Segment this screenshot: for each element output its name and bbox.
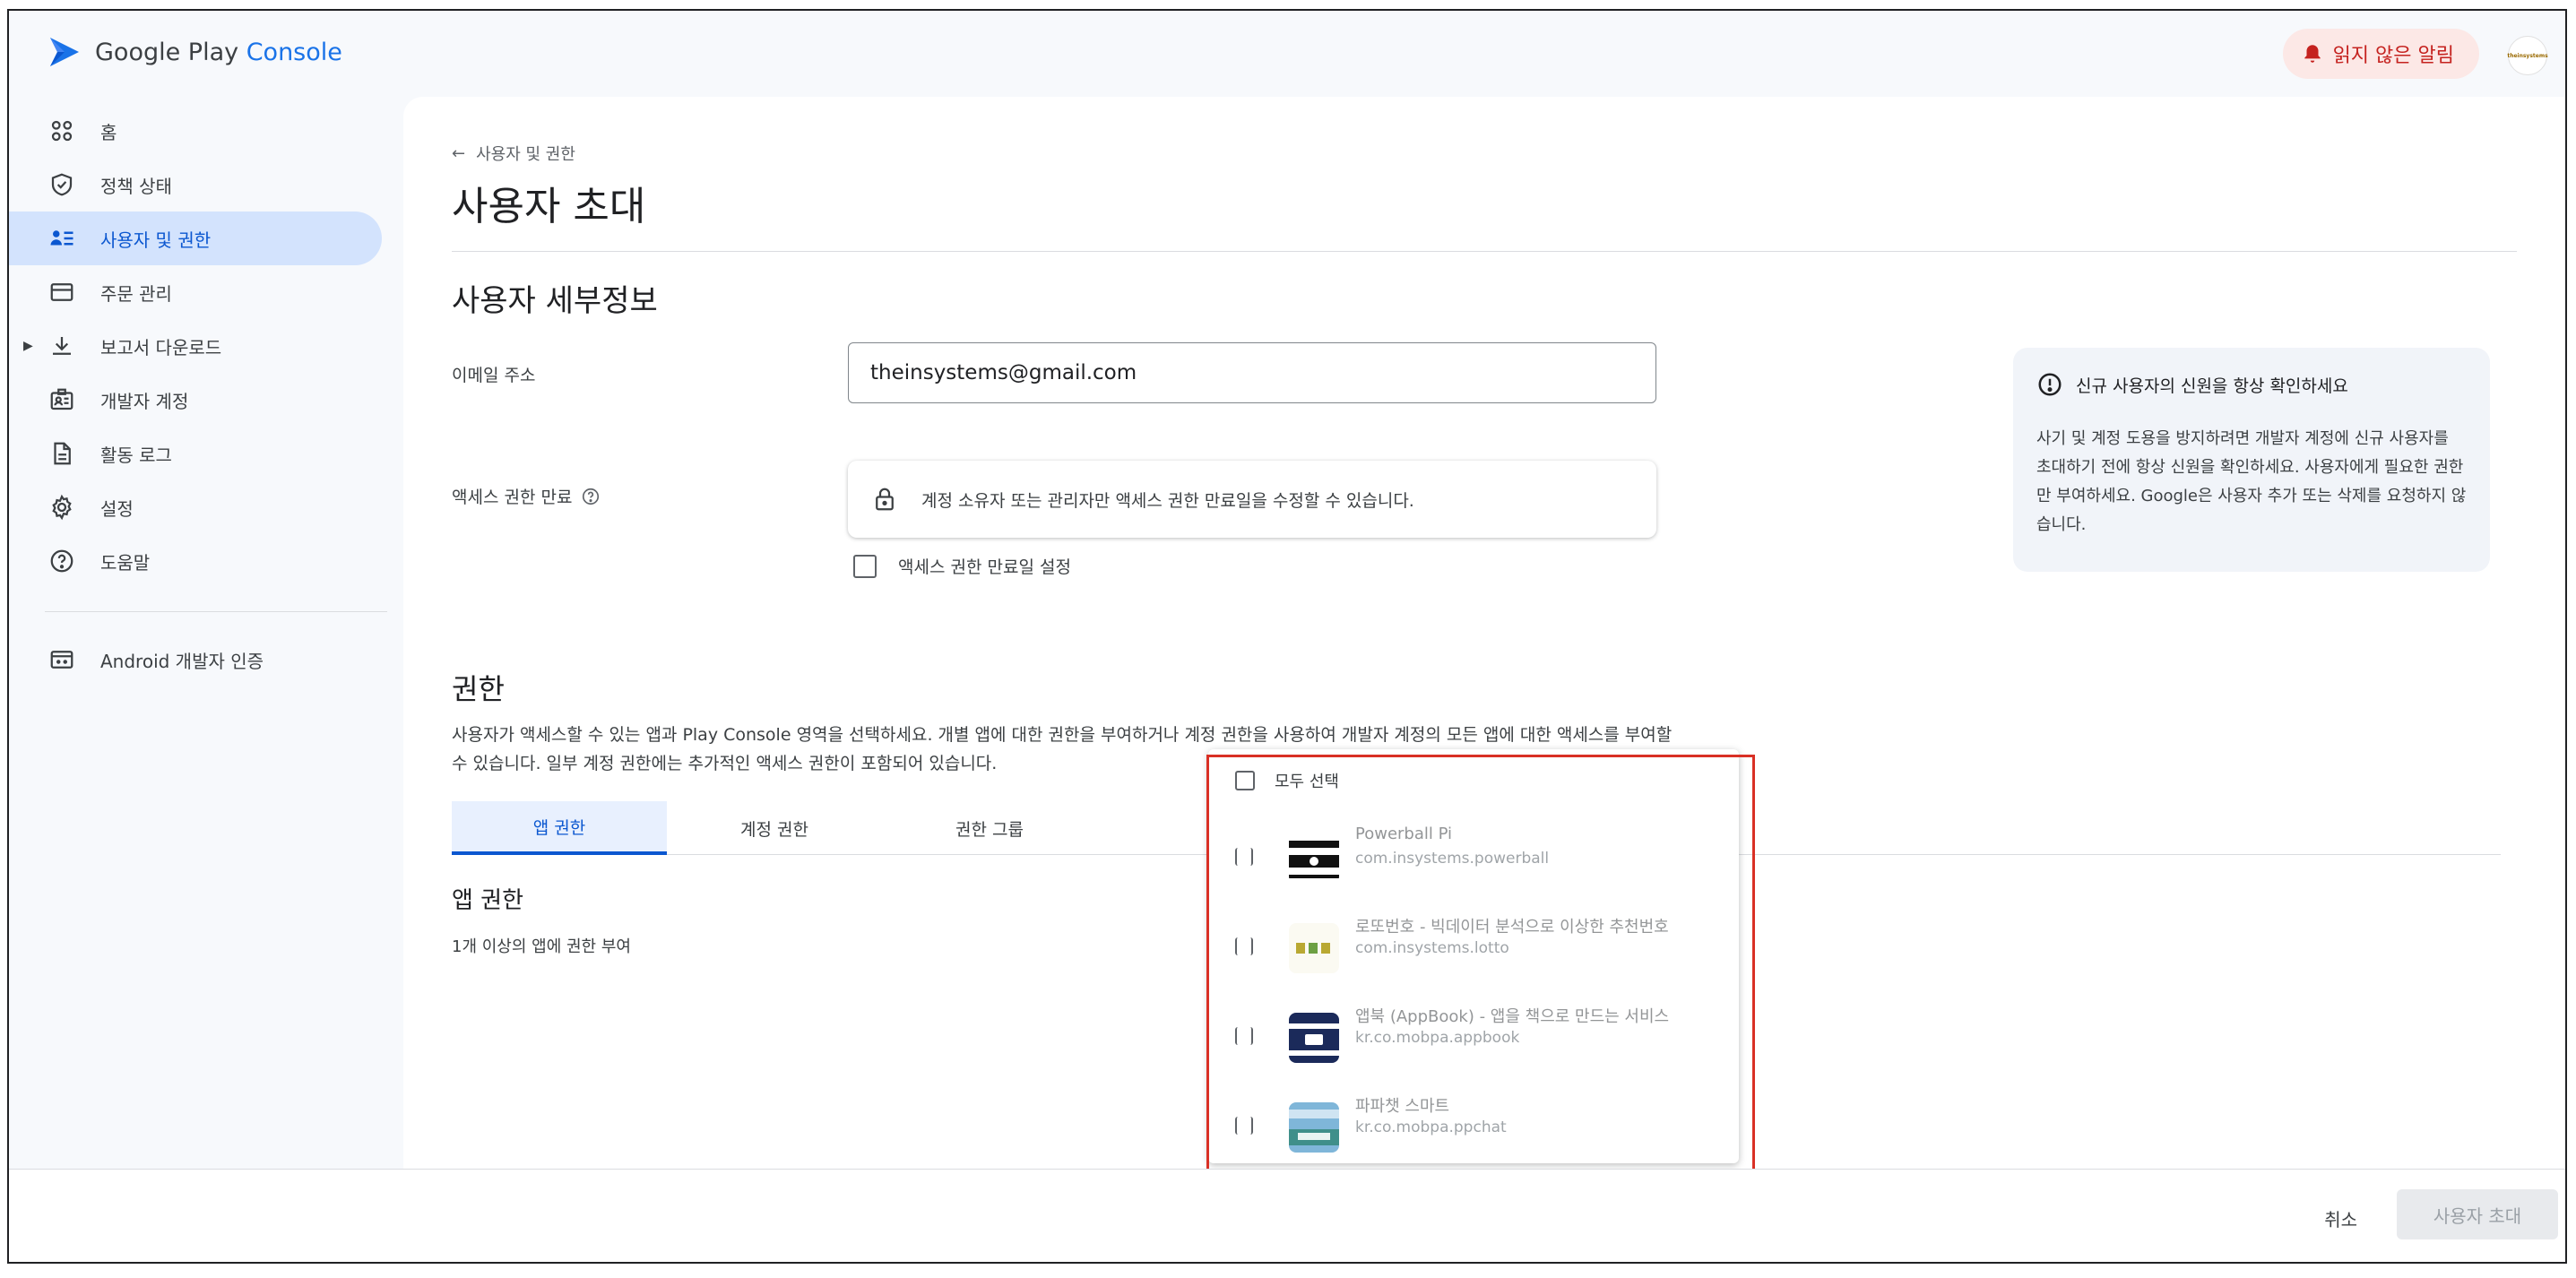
lock-icon xyxy=(876,488,894,511)
app-package: com.insystems.powerball xyxy=(1355,850,1550,868)
app-checkbox[interactable] xyxy=(1235,1027,1253,1045)
bell-alert-icon xyxy=(2304,45,2321,63)
app-name: 파파챗 스마트 xyxy=(1355,1097,1450,1116)
expiry-checkbox-row[interactable]: 액세스 권한 만료일 설정 xyxy=(853,554,1071,578)
email-input-value: theinsystems@gmail.com xyxy=(870,361,1137,384)
expand-caret-icon[interactable]: ▶ xyxy=(23,339,33,353)
app-option[interactable]: Powerball Pi com.insystems.powerball xyxy=(1208,812,1739,902)
app-option[interactable]: 앱북 (AppBook) - 앱을 책으로 만드는 서비스 kr.co.mobp… xyxy=(1208,991,1739,1081)
select-all-row[interactable]: 모두 선택 xyxy=(1235,769,1339,792)
sidebar-divider xyxy=(45,611,387,612)
sidebar-item-orders[interactable]: 주문 관리 xyxy=(9,265,382,319)
sidebar-item-label: 활동 로그 xyxy=(100,444,172,466)
app-package: kr.co.mobpa.appbook xyxy=(1355,1029,1520,1047)
tab-permission-groups[interactable]: 권한 그룹 xyxy=(882,801,1097,855)
expiry-checkbox[interactable] xyxy=(853,554,877,578)
back-link-label: 사용자 및 권한 xyxy=(476,145,575,164)
sidebar-item-developer-account[interactable]: 개발자 계정 xyxy=(9,373,382,427)
app-icon xyxy=(1289,1102,1339,1153)
app-checkbox[interactable] xyxy=(1235,848,1253,866)
back-link[interactable]: ← 사용자 및 권한 xyxy=(452,142,575,165)
sidebar-item-label: 개발자 계정 xyxy=(100,390,189,412)
expiry-label: 액세스 권한 만료 xyxy=(452,484,601,508)
app-window: Google Play Console 읽지 않은 알림 theinsystem… xyxy=(7,9,2567,1264)
user-details-title: 사용자 세부정보 xyxy=(452,283,658,319)
credit-card-icon xyxy=(47,277,77,307)
account-avatar[interactable]: theinsystems xyxy=(2507,36,2548,75)
info-card-title: 신규 사용자의 신원을 항상 확인하세요 xyxy=(2036,371,2467,398)
sidebar-item-label: Android 개발자 인증 xyxy=(100,650,264,672)
sidebar: 홈 정책 상태 사용자 및 권한 주문 관리 ▶ 보고서 다운로드 개발자 계정… xyxy=(9,104,400,1179)
cancel-button[interactable]: 취소 xyxy=(2313,1198,2368,1239)
app-name: Powerball Pi xyxy=(1355,825,1453,843)
document-icon xyxy=(47,438,77,469)
bottom-action-bar: 취소 사용자 초대 xyxy=(9,1169,2565,1262)
app-package: kr.co.mobpa.ppchat xyxy=(1355,1118,1507,1136)
sidebar-item-label: 홈 xyxy=(100,121,117,143)
shield-check-icon xyxy=(47,169,77,200)
app-package: com.insystems.lotto xyxy=(1355,939,1509,957)
email-input[interactable]: theinsystems@gmail.com xyxy=(848,342,1656,403)
permissions-title: 권한 xyxy=(452,672,505,706)
app-name: 로또번호 - 빅데이터 분석으로 이상한 추천번호 xyxy=(1355,918,1669,937)
sidebar-item-reports[interactable]: ▶ 보고서 다운로드 xyxy=(9,319,382,373)
expiry-notice-text: 계정 소유자 또는 관리자만 액세스 권한 만료일을 수정할 수 있습니다. xyxy=(921,490,1414,511)
unread-alerts-label: 읽지 않은 알림 xyxy=(2332,45,2454,67)
play-console-logo-icon xyxy=(50,38,79,66)
info-alert-icon xyxy=(2038,373,2062,396)
tab-app-permissions[interactable]: 앱 권한 xyxy=(452,801,667,855)
sidebar-item-policy[interactable]: 정책 상태 xyxy=(9,158,382,212)
sidebar-item-label: 도움말 xyxy=(100,551,151,574)
expiry-notice: 계정 소유자 또는 관리자만 액세스 권한 만료일을 수정할 수 있습니다. xyxy=(848,461,1656,538)
tab-account-permissions[interactable]: 계정 권한 xyxy=(667,801,882,855)
identity-info-card: 신규 사용자의 신원을 항상 확인하세요 사기 및 계정 도용을 방지하려면 개… xyxy=(2013,348,2490,572)
android-window-icon xyxy=(47,644,77,675)
play-console-logo[interactable]: Google Play Console xyxy=(47,34,342,70)
help-circle-icon xyxy=(47,546,77,576)
select-all-checkbox[interactable] xyxy=(1235,771,1255,790)
users-list-icon xyxy=(47,223,77,254)
page-title: 사용자 초대 xyxy=(452,184,646,229)
app-checkbox[interactable] xyxy=(1235,937,1253,955)
title-divider xyxy=(452,251,2517,252)
id-badge-icon xyxy=(47,384,77,415)
sidebar-item-home[interactable]: 홈 xyxy=(9,104,382,158)
app-checkbox[interactable] xyxy=(1235,1117,1253,1135)
app-select-dropdown: 모두 선택 Powerball Pi com.insystems.powerba… xyxy=(1208,749,1739,1163)
app-icon xyxy=(1289,1013,1339,1063)
app-name: 앱북 (AppBook) - 앱을 책으로 만드는 서비스 xyxy=(1355,1007,1670,1026)
app-permissions-description: 1개 이상의 앱에 권한 부여 xyxy=(452,937,631,956)
download-icon xyxy=(47,331,77,361)
invite-user-button[interactable]: 사용자 초대 xyxy=(2397,1189,2558,1239)
email-label: 이메일 주소 xyxy=(452,366,536,385)
sidebar-item-android-verification[interactable]: Android 개발자 인증 xyxy=(9,633,382,686)
help-circle-icon[interactable] xyxy=(581,487,601,506)
select-all-label: 모두 선택 xyxy=(1275,773,1339,791)
sidebar-item-help[interactable]: 도움말 xyxy=(9,534,382,588)
info-card-body: 사기 및 계정 도용을 방지하려면 개발자 계정에 신규 사용자를 초대하기 전… xyxy=(2036,429,2467,534)
app-permissions-title: 앱 권한 xyxy=(452,887,524,914)
sidebar-item-activity-log[interactable]: 활동 로그 xyxy=(9,427,382,480)
expiry-checkbox-label: 액세스 권한 만료일 설정 xyxy=(898,557,1071,577)
grid-icon xyxy=(47,116,77,146)
brand-name: Google Play Console xyxy=(95,38,342,66)
app-icon xyxy=(1289,923,1339,973)
sidebar-item-users[interactable]: 사용자 및 권한 xyxy=(9,212,382,265)
gear-icon xyxy=(47,492,77,522)
sidebar-item-label: 주문 관리 xyxy=(100,282,172,305)
sidebar-item-settings[interactable]: 설정 xyxy=(9,480,382,534)
unread-alerts-button[interactable]: 읽지 않은 알림 xyxy=(2282,29,2479,79)
arrow-left-icon: ← xyxy=(452,143,466,163)
app-option[interactable]: 파파챗 스마트 kr.co.mobpa.ppchat xyxy=(1208,1081,1739,1163)
sidebar-item-label: 보고서 다운로드 xyxy=(100,336,222,358)
app-option[interactable]: 로또번호 - 빅데이터 분석으로 이상한 추천번호 com.insystems.… xyxy=(1208,902,1739,991)
top-bar: Google Play Console 읽지 않은 알림 theinsystem… xyxy=(9,11,2565,104)
app-icon xyxy=(1289,833,1339,884)
sidebar-item-label: 사용자 및 권한 xyxy=(100,229,212,251)
sidebar-item-label: 설정 xyxy=(100,497,134,520)
sidebar-item-label: 정책 상태 xyxy=(100,175,172,197)
